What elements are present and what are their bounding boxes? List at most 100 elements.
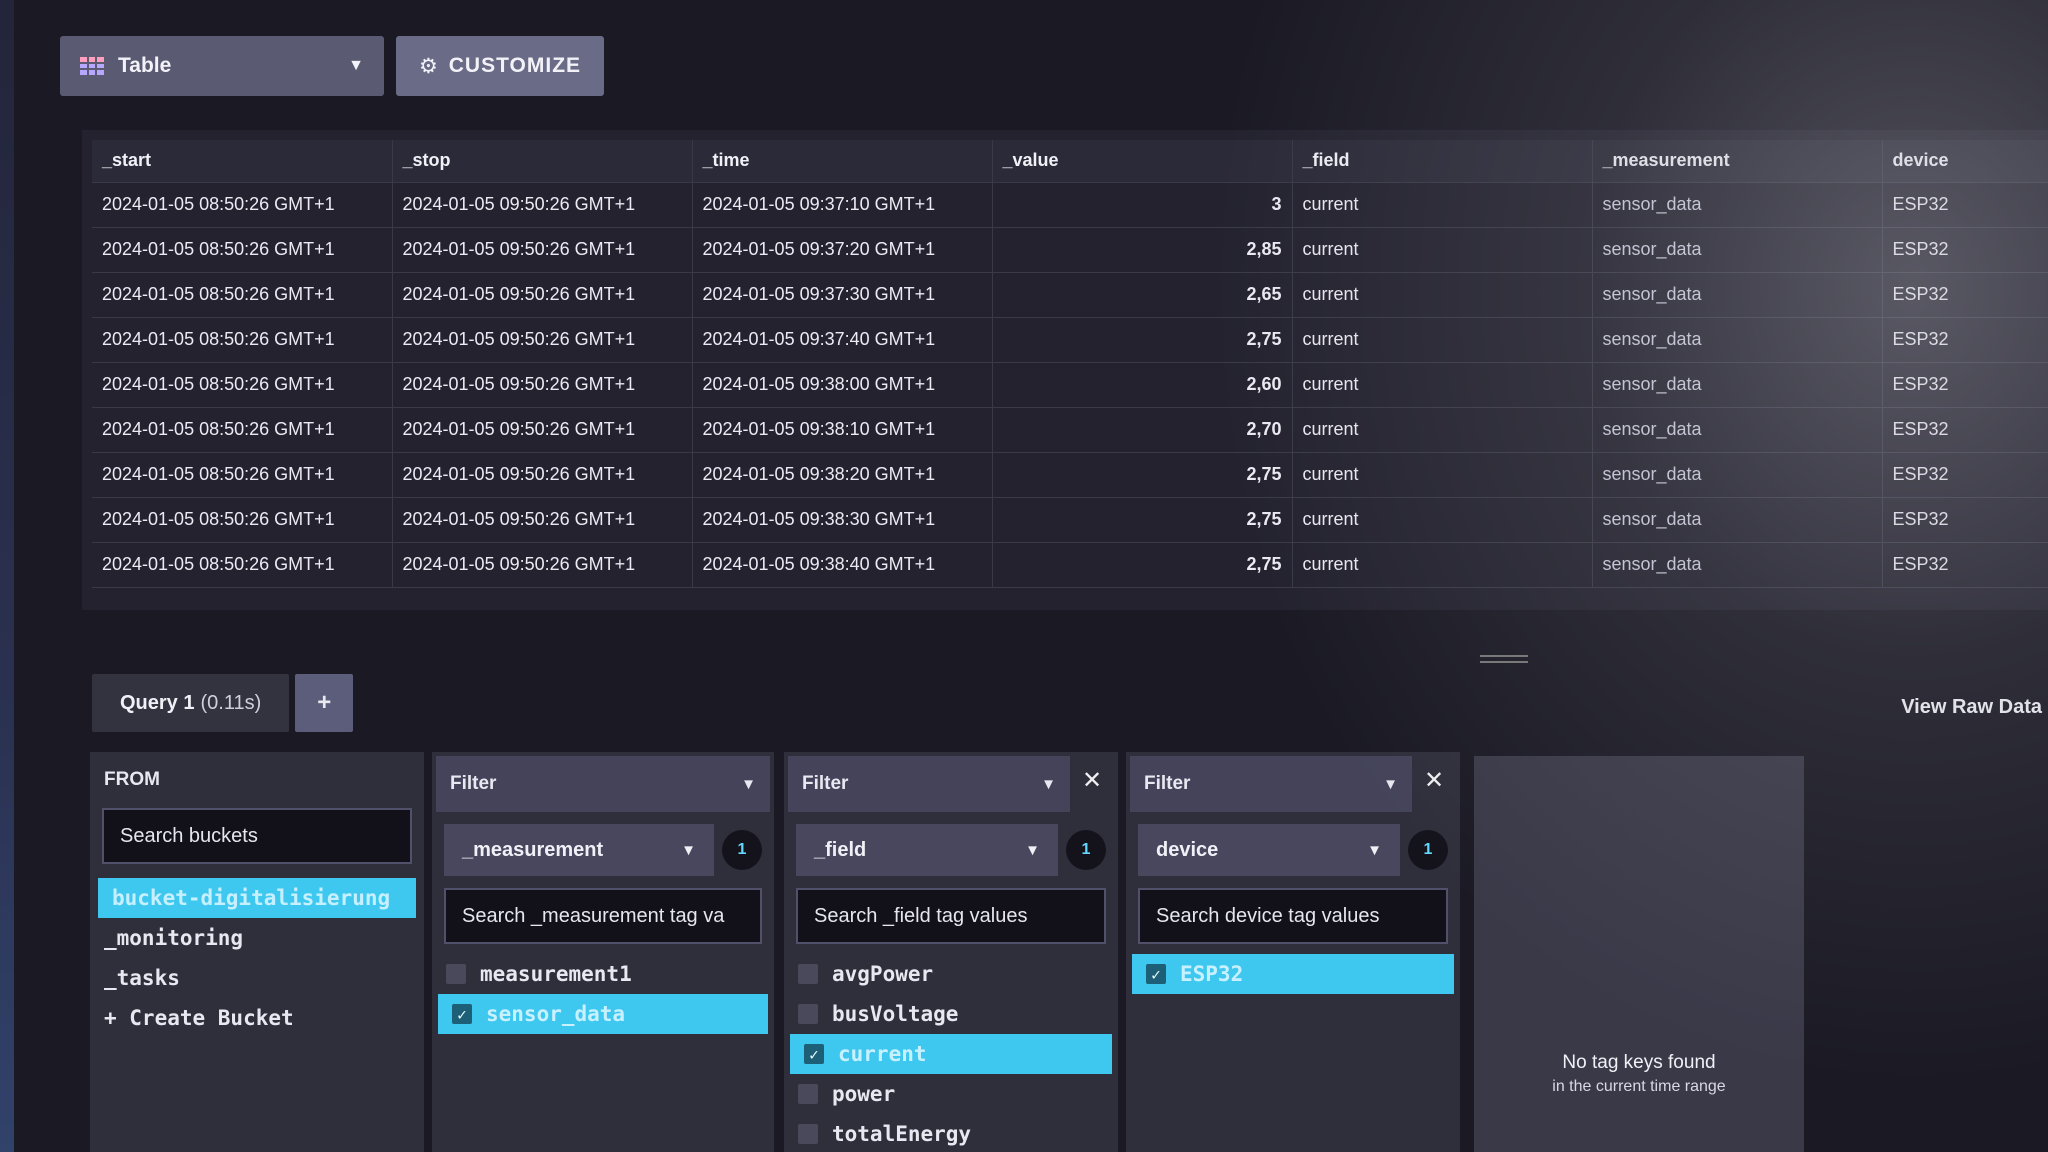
table-row: 2024-01-05 08:50:26 GMT+1 2024-01-05 09:5… (92, 227, 2048, 273)
tag-value-label: totalEnergy (832, 1122, 972, 1146)
table-cell: ESP32 (1882, 452, 2048, 498)
selected-count-badge: 1 (722, 830, 762, 870)
chevron-down-icon: ▼ (348, 57, 364, 74)
resize-handle[interactable] (1480, 655, 1528, 663)
tag-key-label: device (1156, 838, 1219, 861)
bucket-item[interactable]: bucket-digitalisierung (98, 878, 416, 918)
checkbox[interactable] (798, 1004, 818, 1024)
table-cell: 2024-01-05 08:50:26 GMT+1 (92, 182, 393, 228)
table-cell: 2024-01-05 09:50:26 GMT+1 (392, 542, 693, 588)
table-cell: 2024-01-05 08:50:26 GMT+1 (92, 452, 393, 498)
view-raw-data-toggle[interactable]: View Raw Data (1901, 696, 2042, 719)
table-cell: 2024-01-05 09:50:26 GMT+1 (392, 362, 693, 408)
table-row: 2024-01-05 08:50:26 GMT+1 2024-01-05 09:5… (92, 272, 2048, 318)
table-cell: 2024-01-05 08:50:26 GMT+1 (92, 407, 393, 453)
chevron-down-icon: ▼ (681, 841, 696, 859)
filter-function-dropdown[interactable]: Filter ▼ (1130, 756, 1412, 812)
table-cell: current (1292, 497, 1593, 543)
selected-count-badge: 1 (1408, 830, 1448, 870)
tag-value-label: busVoltage (832, 1002, 959, 1026)
view-type-dropdown[interactable]: Table ▼ (60, 36, 384, 96)
bucket-list: bucket-digitalisierung _monitoring _tasks +… (90, 878, 424, 1038)
close-icon[interactable]: ✕ (1416, 762, 1452, 798)
table-header-row: _start _stop _time _value _field _measurement… (92, 140, 2048, 183)
query-tab-label: Query 1 (120, 691, 195, 714)
table-cell: sensor_data (1592, 497, 1883, 543)
table-cell: sensor_data (1592, 362, 1883, 408)
add-query-button[interactable]: + (295, 674, 354, 732)
bucket-item[interactable]: _tasks (90, 958, 424, 998)
tag-value-item[interactable]: ✓ current (790, 1034, 1112, 1074)
table-cell: 2024-01-05 09:38:40 GMT+1 (692, 542, 993, 588)
table-row: 2024-01-05 08:50:26 GMT+1 2024-01-05 09:5… (92, 317, 2048, 363)
tag-value-item[interactable]: busVoltage (784, 994, 1118, 1034)
check-icon[interactable]: ✓ (452, 1004, 472, 1024)
table-cell: 2,60 (992, 362, 1293, 408)
query-tab-1[interactable]: Query 1 (0.11s) (92, 674, 290, 732)
tag-value-item[interactable]: power (784, 1074, 1118, 1114)
tag-key-dropdown[interactable]: _measurement ▼ (444, 824, 714, 876)
table-cell: sensor_data (1592, 317, 1883, 363)
table-cell: 2024-01-05 09:37:30 GMT+1 (692, 272, 993, 318)
table-cell: current (1292, 362, 1593, 408)
filter-card-measurement: Filter ▼ _measurement ▼ 1 Search _measur… (432, 752, 774, 1152)
table-cell: 2024-01-05 09:38:20 GMT+1 (692, 452, 993, 498)
column-header[interactable]: _measurement (1592, 140, 1883, 183)
table-cell: ESP32 (1882, 317, 2048, 363)
empty-message: No tag keys found (1562, 1052, 1716, 1073)
column-header[interactable]: _value (992, 140, 1293, 183)
column-header[interactable]: device (1882, 140, 2048, 183)
customize-button[interactable]: ⚙ CUSTOMIZE (396, 36, 604, 96)
search-tag-values-input[interactable]: Search _field tag values (796, 888, 1106, 944)
tag-value-label: avgPower (832, 962, 934, 986)
tag-value-item[interactable]: ✓ ESP32 (1132, 954, 1454, 994)
column-header[interactable]: _stop (392, 140, 693, 183)
tag-value-label: measurement1 (480, 962, 632, 986)
table-cell: 3 (992, 182, 1293, 228)
table-cell: 2024-01-05 09:37:10 GMT+1 (692, 182, 993, 228)
tag-value-item[interactable]: totalEnergy (784, 1114, 1118, 1152)
checkbox[interactable] (798, 1084, 818, 1104)
table-cell: sensor_data (1592, 182, 1883, 228)
table-cell: 2024-01-05 09:50:26 GMT+1 (392, 182, 693, 228)
bucket-item[interactable]: _monitoring (90, 918, 424, 958)
chevron-down-icon: ▼ (741, 775, 756, 793)
search-tag-values-input[interactable]: Search device tag values (1138, 888, 1448, 944)
checkbox[interactable] (446, 964, 466, 984)
checkbox[interactable] (798, 964, 818, 984)
column-header[interactable]: _field (1292, 140, 1593, 183)
filter-card-device: Filter ▼ ✕ device ▼ 1 Search device tag … (1126, 752, 1460, 1152)
tag-value-item[interactable]: avgPower (784, 954, 1118, 994)
table-cell: ESP32 (1882, 227, 2048, 273)
tag-key-dropdown[interactable]: device ▼ (1138, 824, 1400, 876)
chevron-down-icon: ▼ (1383, 775, 1398, 793)
check-icon[interactable]: ✓ (1146, 964, 1166, 984)
table-cell: ESP32 (1882, 362, 2048, 408)
table-cell: 2024-01-05 09:38:10 GMT+1 (692, 407, 993, 453)
table-cell: 2024-01-05 09:50:26 GMT+1 (392, 227, 693, 273)
checkbox[interactable] (798, 1124, 818, 1144)
chevron-down-icon: ▼ (1367, 841, 1382, 859)
table-cell: current (1292, 272, 1593, 318)
filter-function-dropdown[interactable]: Filter ▼ (436, 756, 770, 812)
filter-function-dropdown[interactable]: Filter ▼ (788, 756, 1070, 812)
table-cell: 2024-01-05 08:50:26 GMT+1 (92, 317, 393, 363)
table-cell: 2,65 (992, 272, 1293, 318)
close-icon[interactable]: ✕ (1074, 762, 1110, 798)
table-row: 2024-01-05 08:50:26 GMT+1 2024-01-05 09:5… (92, 497, 2048, 543)
table-cell: sensor_data (1592, 542, 1883, 588)
tag-key-dropdown[interactable]: _field ▼ (796, 824, 1058, 876)
table-cell: 2024-01-05 09:50:26 GMT+1 (392, 452, 693, 498)
column-header[interactable]: _time (692, 140, 993, 183)
table-cell: ESP32 (1882, 272, 2048, 318)
create-bucket-link[interactable]: + Create Bucket (90, 998, 424, 1038)
tag-value-label: sensor_data (486, 1002, 626, 1026)
table-cell: 2,85 (992, 227, 1293, 273)
tag-value-item[interactable]: ✓ sensor_data (438, 994, 768, 1034)
check-icon[interactable]: ✓ (804, 1044, 824, 1064)
column-header[interactable]: _start (92, 140, 393, 183)
table-cell: 2024-01-05 08:50:26 GMT+1 (92, 497, 393, 543)
tag-value-item[interactable]: measurement1 (432, 954, 774, 994)
search-tag-values-input[interactable]: Search _measurement tag va (444, 888, 762, 944)
search-buckets-input[interactable]: Search buckets (102, 808, 412, 864)
